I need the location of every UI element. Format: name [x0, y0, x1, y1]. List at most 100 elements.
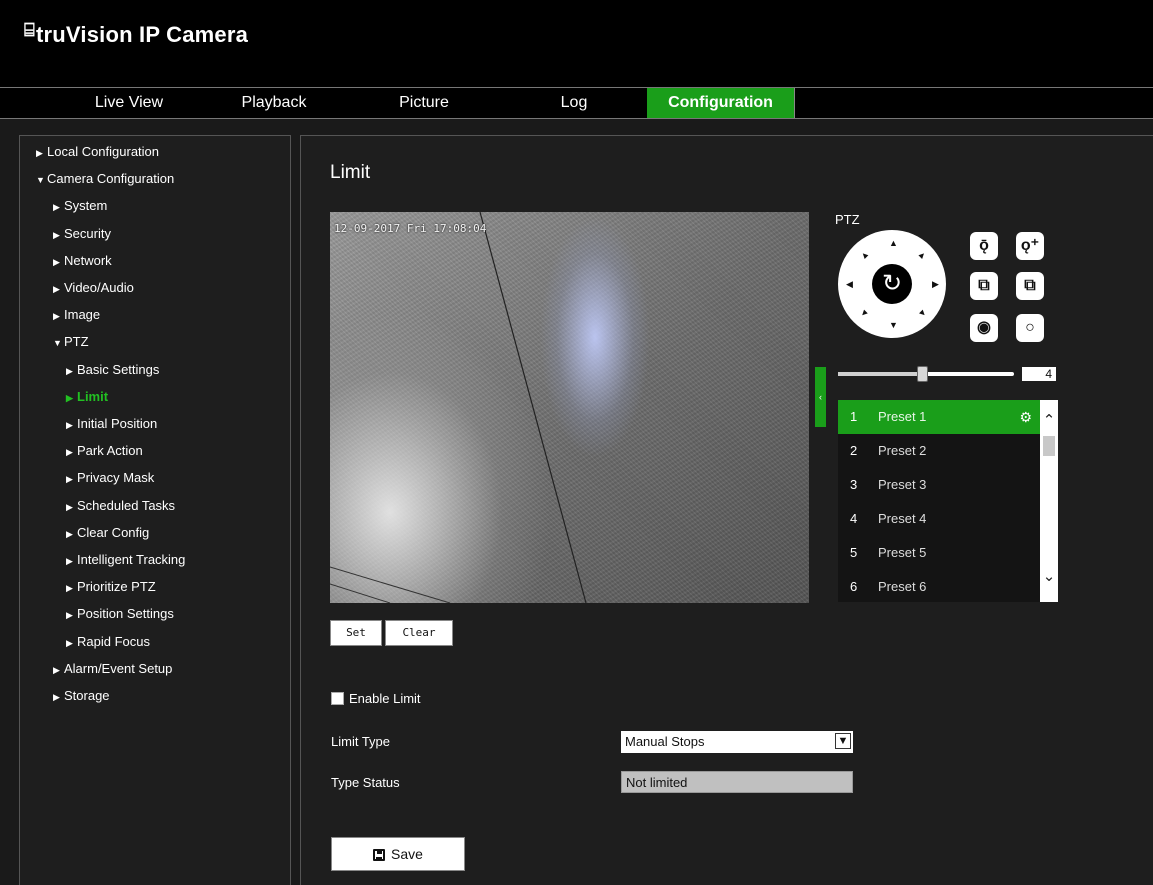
sidebar-item-video-audio[interactable]: ▶ Video/Audio	[53, 280, 134, 295]
iris-open-icon[interactable]: ◉	[970, 314, 998, 342]
preset-row[interactable]: 4 Preset 4	[838, 502, 1040, 536]
tab-picture[interactable]: Picture	[355, 88, 493, 118]
caret-right-icon: ▶	[66, 392, 73, 403]
pan-right-arrow-icon[interactable]: ▶	[932, 279, 939, 289]
sidebar-item-position-settings[interactable]: ▶ Position Settings	[66, 606, 174, 621]
sidebar-item-storage[interactable]: ▶ Storage	[53, 688, 110, 703]
pan-up-arrow-icon[interactable]: ▲	[889, 238, 898, 248]
pan-up-right-arrow-icon[interactable]: ▲	[916, 248, 929, 261]
ptz-label: PTZ	[835, 212, 860, 227]
tab-live-view[interactable]: Live View	[60, 88, 198, 118]
sidebar-item-security[interactable]: ▶ Security	[53, 226, 111, 241]
preset-scrollbar[interactable]: ⌃ ⌄	[1040, 400, 1058, 602]
iris-close-icon[interactable]: ○	[1016, 314, 1044, 342]
video-scene	[330, 212, 587, 603]
focus-near-icon[interactable]: ⧉	[970, 272, 998, 300]
sidebar-item-label: Camera Configuration	[47, 171, 175, 187]
pan-down-arrow-icon[interactable]: ▼	[889, 320, 898, 330]
enable-limit-checkbox[interactable]	[331, 692, 344, 705]
preset-row[interactable]: 6 Preset 6	[838, 570, 1040, 602]
sidebar-item-basic-settings[interactable]: ▶ Basic Settings	[66, 362, 159, 377]
limit-type-select[interactable]: Manual Stops ▼	[621, 731, 853, 753]
video-preview[interactable]: 12-09-2017 Fri 17:08:04	[330, 212, 809, 603]
set-button[interactable]: Set	[330, 620, 382, 646]
pan-down-right-arrow-icon[interactable]: ▼	[916, 306, 929, 319]
sidebar-item-image[interactable]: ▶ Image	[53, 307, 100, 322]
scroll-down-icon[interactable]: ⌄	[1040, 569, 1058, 584]
sidebar-item-local-configuration[interactable]: ▶ Local Configuration	[36, 144, 159, 159]
chevron-down-icon[interactable]: ▼	[835, 733, 851, 749]
sidebar-item-label: Scheduled Tasks	[77, 497, 176, 513]
sidebar-item-label: Video/Audio	[64, 280, 134, 295]
preset-number: 6	[850, 579, 858, 594]
type-status-label: Type Status	[331, 775, 400, 790]
app-title: truVision IP Camera	[36, 22, 249, 47]
pan-down-left-arrow-icon[interactable]: ▼	[858, 306, 871, 319]
sidebar-item-label: Rapid Focus	[77, 633, 150, 649]
ptz-speed-fill	[838, 372, 926, 376]
preset-number: 5	[850, 545, 858, 560]
clear-button[interactable]: Clear	[385, 620, 453, 646]
sidebar-item-camera-configuration[interactable]: ▼ Camera Configuration	[36, 171, 174, 186]
app-logo: ⌸truVision IP Camera	[24, 20, 249, 48]
sidebar-item-label: Park Action	[77, 443, 143, 459]
preset-name: Preset 3	[878, 477, 927, 492]
sidebar-item-label: PTZ	[64, 334, 89, 350]
sidebar-item-network[interactable]: ▶ Network	[53, 253, 112, 268]
sidebar-item-label: Limit	[77, 388, 109, 404]
type-status-field: Not limited	[621, 771, 853, 793]
top-nav: Live View Playback Picture Log Configura…	[0, 87, 1153, 119]
focus-far-icon[interactable]: ⧉	[1016, 272, 1044, 300]
zoom-out-icon[interactable]: ǭ	[970, 232, 998, 260]
preset-list: 1 Preset 1 ⚙ 2 Preset 2 3 Preset 3 4 Preset 4 5 Pr…	[838, 400, 1040, 602]
sidebar-item-ptz[interactable]: ▼ PTZ	[53, 334, 89, 349]
sidebar-item-park-action[interactable]: ▶ Park Action	[66, 443, 143, 458]
preset-row[interactable]: 3 Preset 3	[838, 468, 1040, 502]
ptz-speed-handle[interactable]	[917, 366, 928, 382]
preset-row[interactable]: 1 Preset 1 ⚙	[838, 400, 1040, 434]
scroll-up-icon[interactable]: ⌃	[1040, 413, 1058, 428]
sidebar-item-rapid-focus[interactable]: ▶ Rapid Focus	[66, 634, 150, 649]
sidebar-item-clear-config[interactable]: ▶ Clear Config	[66, 525, 149, 540]
tab-log[interactable]: Log	[505, 88, 643, 118]
sidebar-item-prioritize-ptz[interactable]: ▶ Prioritize PTZ	[66, 579, 156, 594]
caret-right-icon: ▶	[53, 311, 60, 322]
sidebar-item-alarm-event-setup[interactable]: ▶ Alarm/Event Setup	[53, 661, 172, 676]
save-button[interactable]: Save	[331, 837, 465, 871]
caret-right-icon: ▶	[66, 447, 73, 458]
pan-up-left-arrow-icon[interactable]: ▲	[858, 248, 871, 261]
caret-right-icon: ▶	[53, 284, 60, 294]
sidebar-item-limit[interactable]: ▶ Limit	[66, 389, 108, 404]
limit-type-label: Limit Type	[331, 734, 391, 749]
sidebar-item-system[interactable]: ▶ System	[53, 198, 107, 213]
scroll-thumb[interactable]	[1043, 436, 1055, 456]
collapse-ptz-panel-button[interactable]: ‹	[815, 367, 826, 427]
save-disk-icon	[373, 849, 386, 861]
preset-name: Preset 2	[878, 443, 927, 458]
zoom-in-icon[interactable]: ǫ⁺	[1016, 232, 1044, 260]
preset-row[interactable]: 5 Preset 5	[838, 536, 1040, 570]
auto-pan-icon[interactable]: ↻	[872, 264, 912, 304]
preset-row[interactable]: 2 Preset 2	[838, 434, 1040, 468]
tab-playback[interactable]: Playback	[205, 88, 343, 118]
sidebar-item-label: Initial Position	[77, 416, 158, 431]
sidebar-item-initial-position[interactable]: ▶ Initial Position	[66, 416, 157, 431]
caret-right-icon: ▶	[36, 148, 43, 158]
tab-configuration[interactable]: Configuration	[647, 88, 794, 118]
sidebar-item-privacy-mask[interactable]: ▶ Privacy Mask	[66, 470, 154, 485]
caret-right-icon: ▶	[66, 365, 73, 376]
preset-number: 2	[850, 443, 858, 458]
gear-icon[interactable]: ⚙	[1019, 400, 1032, 434]
preset-name: Preset 1	[878, 409, 927, 424]
caret-right-icon: ▶	[66, 583, 73, 594]
caret-right-icon: ▶	[53, 692, 60, 702]
nav-divider	[794, 88, 795, 118]
sidebar-item-intelligent-tracking[interactable]: ▶ Intelligent Tracking	[66, 552, 185, 567]
enable-limit-label: Enable Limit	[349, 691, 421, 706]
limit-type-value: Manual Stops	[625, 734, 705, 749]
preset-name: Preset 6	[878, 579, 927, 594]
ptz-joystick[interactable]: ▲ ▼ ◀ ▶ ▲ ▲ ▼ ▼ ↻	[838, 230, 946, 338]
sidebar-item-scheduled-tasks[interactable]: ▶ Scheduled Tasks	[66, 498, 175, 513]
video-timestamp: 12-09-2017 Fri 17:08:04	[334, 222, 487, 235]
pan-left-arrow-icon[interactable]: ◀	[846, 279, 853, 289]
